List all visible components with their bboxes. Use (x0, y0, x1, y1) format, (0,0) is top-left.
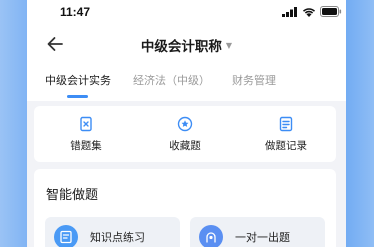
favorites-button[interactable]: 收藏题 (145, 116, 225, 153)
active-tab-indicator (67, 95, 88, 98)
error-book-icon (80, 116, 92, 132)
tab-economic-law[interactable]: 经济法（中级） (133, 72, 210, 88)
error-book-button[interactable]: 错题集 (46, 116, 126, 153)
status-time: 11:47 (60, 5, 91, 19)
caret-down-icon: ▼ (225, 40, 233, 50)
app-screen: 11:47 中级会计职称 ▼ 中级会计实务 经济法（中级） 财务管理 错题集 收… (27, 0, 346, 247)
wifi-icon (302, 7, 316, 17)
practice-record-label: 做题记录 (265, 140, 307, 152)
favorites-label: 收藏题 (169, 140, 201, 152)
tab-financial-management[interactable]: 财务管理 (232, 72, 276, 88)
one-on-one-tile[interactable]: 一对一出题 (190, 217, 325, 247)
star-favorite-icon (177, 116, 193, 132)
tab-intermediate-accounting[interactable]: 中级会计实务 (45, 72, 111, 88)
practice-record-button[interactable]: 做题记录 (246, 116, 326, 153)
record-list-icon (279, 116, 293, 132)
knowledge-practice-tile[interactable]: 知识点练习 (45, 217, 180, 247)
smart-practice-card: 智能做题 知识点练习 一对一出题 (34, 169, 336, 247)
section-title: 智能做题 (46, 188, 99, 203)
battery-icon (320, 6, 342, 17)
one-on-one-label: 一对一出题 (235, 231, 290, 244)
status-icons (282, 6, 342, 17)
page-title: 中级会计职称 (140, 39, 222, 55)
knowledge-practice-label: 知识点练习 (90, 231, 145, 244)
page-title-selector[interactable]: 中级会计职称 ▼ (27, 35, 346, 55)
knowledge-point-icon (54, 225, 78, 247)
signal-icon (282, 6, 297, 17)
quick-actions-card: 错题集 收藏题 做题记录 (34, 106, 336, 162)
one-on-one-icon (199, 225, 223, 247)
error-book-label: 错题集 (70, 140, 102, 152)
subject-tabs: 中级会计实务 经济法（中级） 财务管理 (45, 72, 298, 88)
